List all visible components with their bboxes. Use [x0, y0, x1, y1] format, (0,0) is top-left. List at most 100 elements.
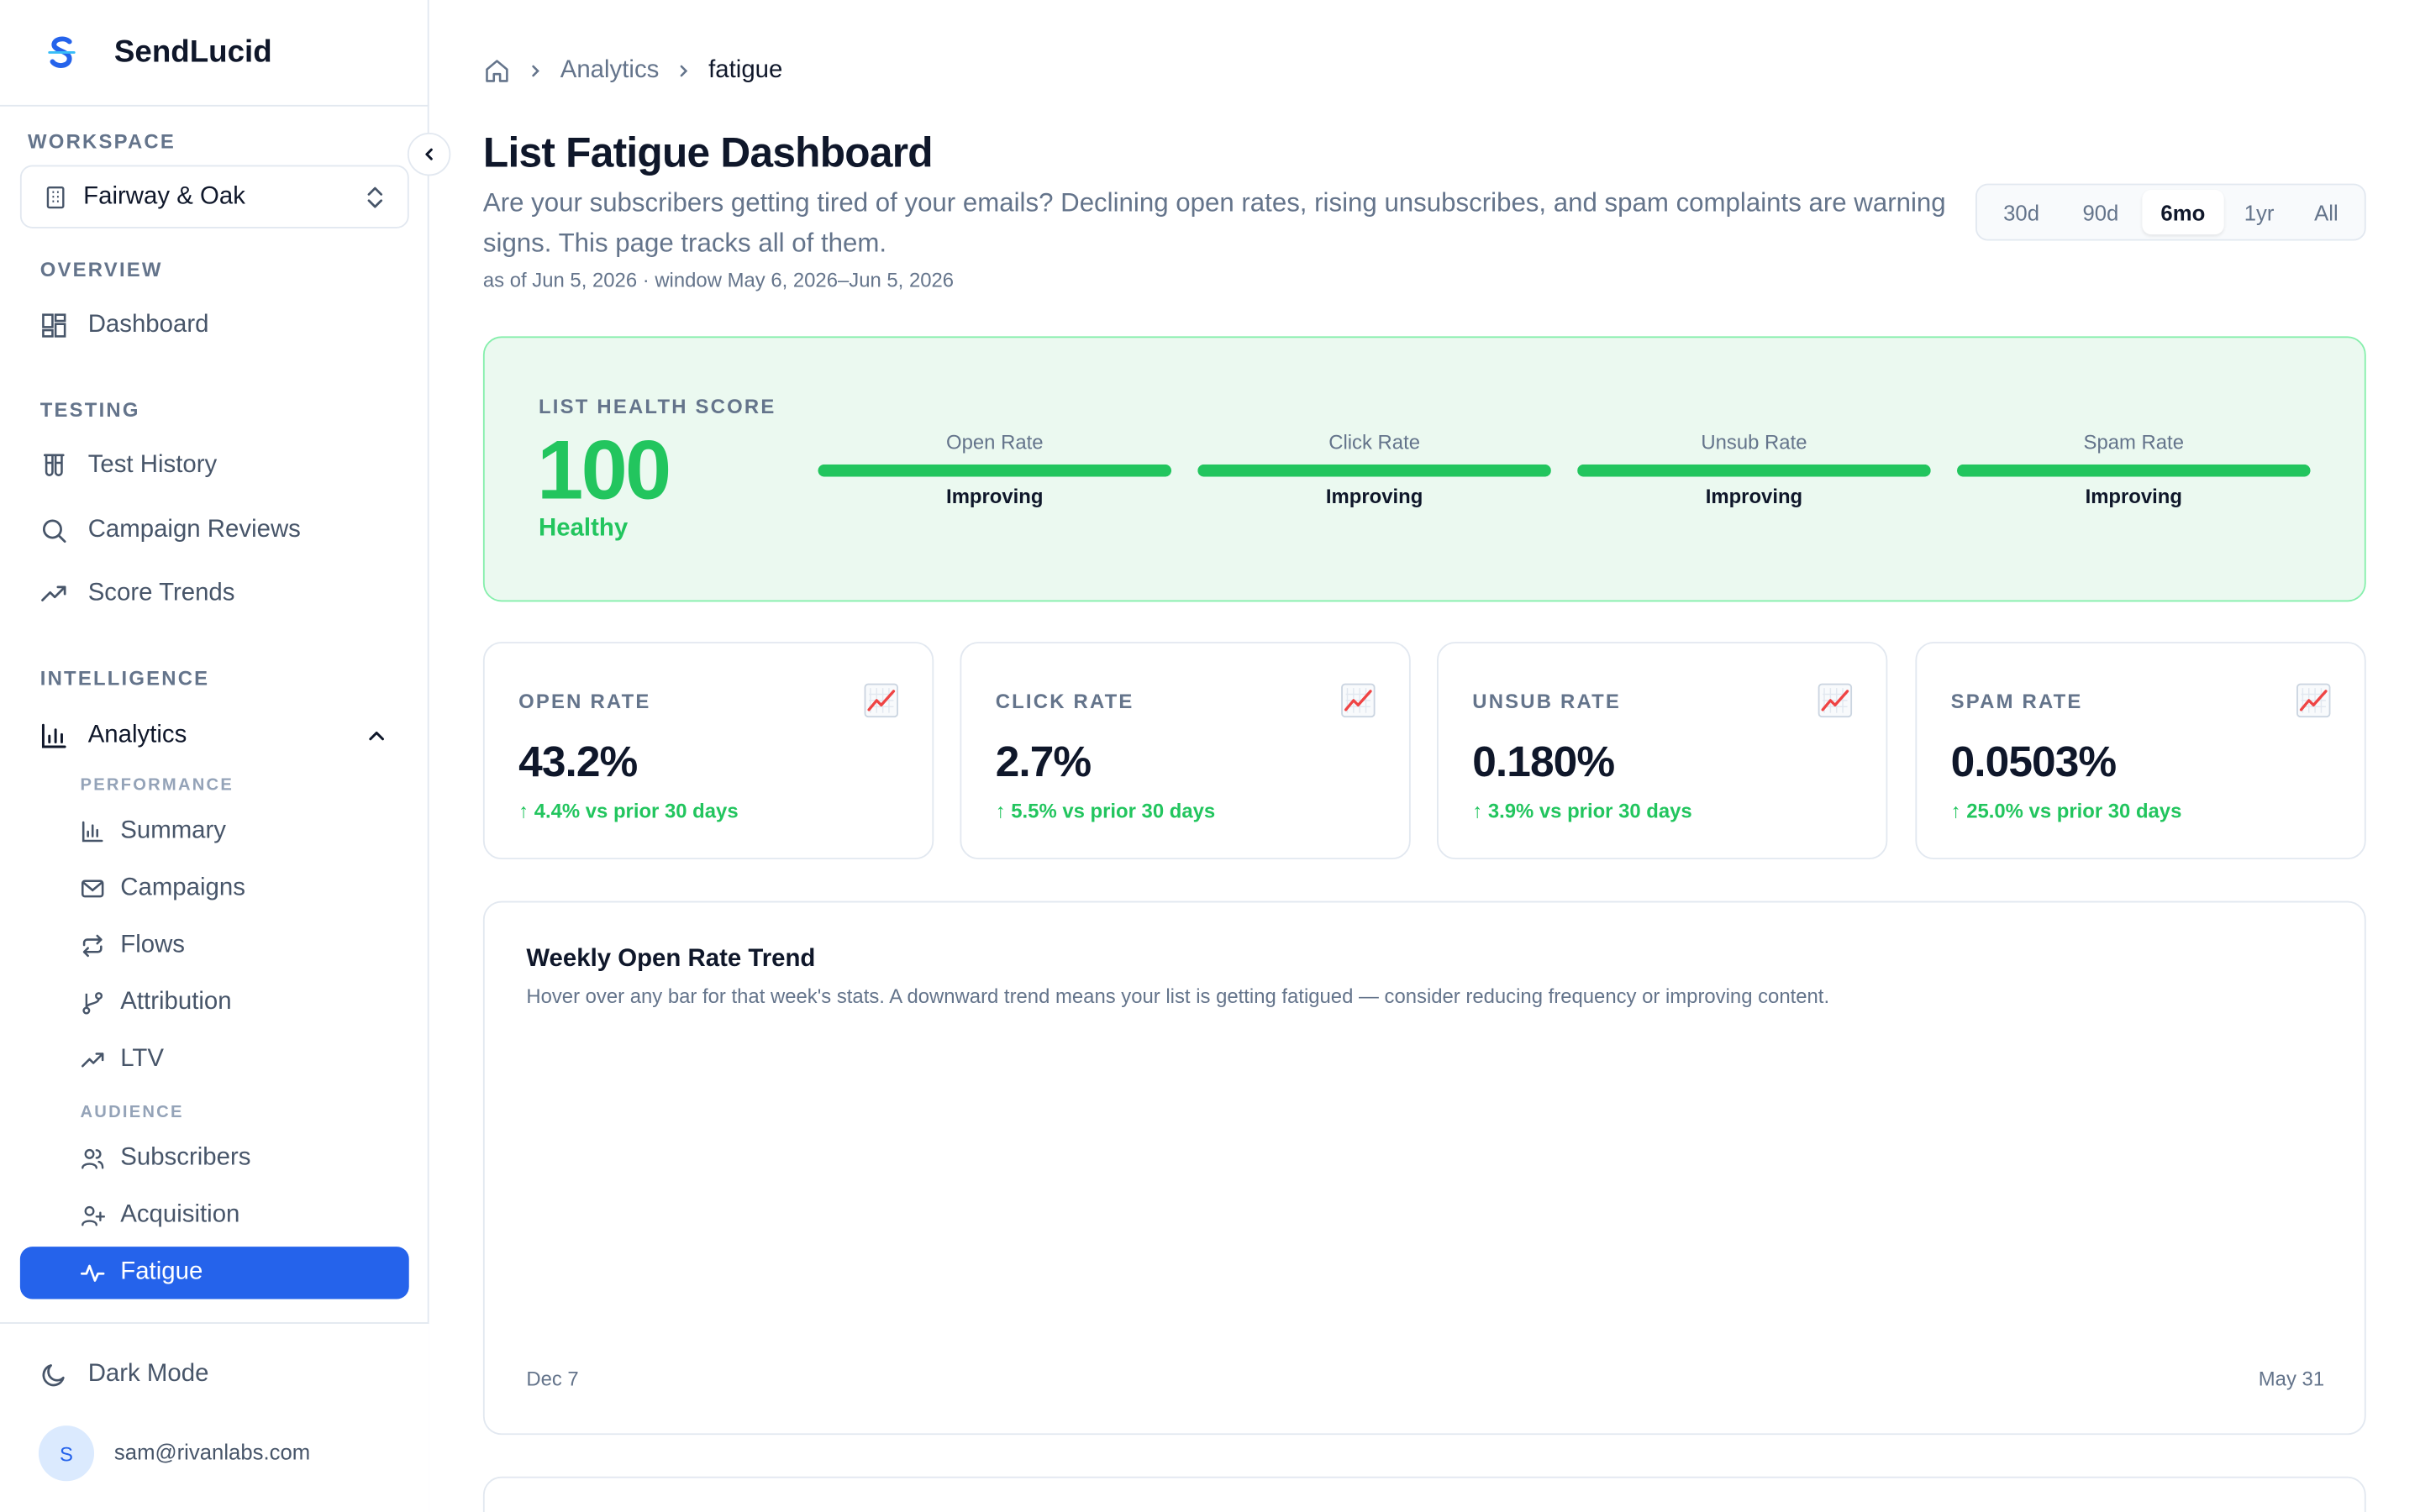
next-card [482, 1476, 2366, 1512]
page-description: Are your subscribers getting tired of yo… [482, 188, 1946, 258]
kpi-unsub-rate: UNSUB RATE 0.180% ↑ 3.9% vs prior 30 day… [1436, 642, 1888, 860]
nav-attribution[interactable]: Attribution [20, 977, 409, 1029]
chevron-right-icon [676, 63, 692, 78]
nav-campaign-reviews-label: Campaign Reviews [87, 517, 301, 543]
unsub-rate-health: Unsub Rate Improving [1577, 430, 1931, 507]
trend-chart-area[interactable] [526, 1032, 2326, 1350]
nav-attribution-label: Attribution [120, 989, 232, 1016]
chevron-up-icon [369, 731, 384, 741]
range-90d[interactable]: 90d [2060, 190, 2142, 234]
testing-label: TESTING [39, 397, 140, 422]
nav-summary-label: Summary [120, 817, 226, 844]
search-icon [40, 517, 68, 544]
users-icon [81, 1147, 105, 1171]
range-1yr[interactable]: 1yr [2224, 190, 2294, 234]
nav-subscribers-label: Subscribers [120, 1144, 251, 1172]
range-30d[interactable]: 30d [1983, 190, 2060, 234]
metric-label: Spam Rate [2083, 430, 2185, 454]
open-rate-health: Open Rate Improving [818, 430, 1172, 508]
chevron-left-icon [425, 148, 433, 160]
nav-fatigue-label: Fatigue [120, 1258, 203, 1285]
workspace-name: Fairway & Oak [83, 182, 245, 209]
breadcrumb-current: fatigue [708, 56, 783, 84]
user-email: sam@rivanlabs.com [113, 1439, 311, 1465]
nav-ltv-label: LTV [120, 1046, 164, 1073]
kpi-value: 2.7% [995, 737, 1092, 785]
avatar[interactable]: S [38, 1425, 95, 1482]
nav-subscribers[interactable]: Subscribers [20, 1132, 409, 1184]
kpi-label: SPAM RATE [1950, 690, 2083, 713]
list-health-card: LIST HEALTH SCORE 100 Healthy Open Rate … [482, 336, 2366, 602]
chart-increasing-icon [864, 683, 898, 718]
main-content: Analytics fatigue List Fatigue Dashboard… [430, 0, 2420, 1512]
weekly-open-rate-trend-card: Weekly Open Rate Trend Hover over any ba… [482, 900, 2366, 1436]
nav-acquisition[interactable]: Acquisition [20, 1189, 409, 1242]
trend-start-label: Dec 7 [526, 1367, 579, 1390]
range-6mo[interactable]: 6mo [2141, 189, 2224, 235]
git-branch-icon [81, 990, 105, 1015]
health-score-value: 100 [537, 424, 671, 517]
nav-campaign-reviews[interactable]: Campaign Reviews [20, 503, 409, 559]
breadcrumb-analytics[interactable]: Analytics [560, 57, 660, 85]
moon-icon [40, 1361, 68, 1389]
metric-track [1577, 464, 1931, 477]
collapse-sidebar-button[interactable] [407, 132, 451, 176]
bar-chart-icon [40, 722, 68, 750]
range-all[interactable]: All [2294, 190, 2358, 234]
page-meta: as of Jun 5, 2026 · window May 6, 2026–J… [482, 268, 955, 292]
nav-score-trends[interactable]: Score Trends [20, 566, 409, 622]
nav-fatigue[interactable]: Fatigue [19, 1247, 409, 1299]
chart-increasing-icon [1818, 683, 1853, 718]
trend-end-label: May 31 [2258, 1367, 2325, 1390]
spam-rate-health: Spam Rate Improving [1956, 430, 2311, 508]
dark-mode-toggle[interactable]: Dark Mode [20, 1347, 409, 1402]
metric-fill [1197, 464, 1551, 477]
metric-label: Unsub Rate [1701, 430, 1807, 454]
brand-name: SendLucid [113, 34, 272, 69]
brand[interactable]: SendLucid [0, 0, 429, 107]
nav-ltv[interactable]: LTV [20, 1034, 409, 1086]
metric-fill [1956, 464, 2311, 477]
dark-mode-label: Dark Mode [87, 1360, 209, 1388]
click-rate-health: Click Rate Improving [1197, 430, 1551, 507]
performance-label: PERFORMANCE [80, 775, 234, 795]
workspace-select[interactable]: Fairway & Oak [19, 165, 409, 228]
metric-fill [818, 464, 1172, 477]
metric-status: Improving [2085, 484, 2182, 508]
sidebar-footer: Dark Mode S sam@rivanlabs.com [0, 1322, 429, 1512]
nav-acquisition-label: Acquisition [120, 1201, 240, 1229]
sidebar: SendLucid WORKSPACE Fairway & Oak OVERVI… [0, 0, 429, 1512]
nav-flows[interactable]: Flows [20, 920, 409, 972]
metric-fill [1577, 464, 1931, 477]
kpi-open-rate: OPEN RATE 43.2% ↑ 4.4% vs prior 30 days [482, 642, 934, 860]
nav-test-history[interactable]: Test History [20, 438, 409, 494]
nav-test-history-label: Test History [87, 452, 218, 479]
intelligence-label: INTELLIGENCE [39, 666, 210, 690]
trend-title: Weekly Open Rate Trend [526, 945, 816, 973]
kpi-label: UNSUB RATE [1472, 690, 1622, 713]
bar-chart-icon [81, 819, 105, 843]
user-plus-icon [81, 1204, 105, 1228]
nav-summary[interactable]: Summary [20, 806, 409, 858]
nav-campaigns[interactable]: Campaigns [20, 863, 409, 915]
chart-increasing-icon [1341, 683, 1376, 718]
sendlucid-logo-icon [48, 36, 76, 68]
activity-icon [80, 1261, 105, 1285]
kpi-delta: ↑ 4.4% vs prior 30 days [518, 799, 739, 822]
kpi-click-rate: CLICK RATE 2.7% ↑ 5.5% vs prior 30 days [960, 642, 1411, 860]
metric-label: Click Rate [1328, 430, 1421, 454]
health-status: Healthy [539, 515, 629, 542]
breadcrumb: Analytics fatigue [483, 54, 782, 87]
metric-status: Improving [946, 484, 1044, 508]
metric-track [1197, 464, 1551, 477]
overview-label: OVERVIEW [39, 257, 163, 281]
home-icon[interactable] [483, 57, 511, 85]
nav-analytics-label: Analytics [87, 722, 187, 748]
nav-dashboard[interactable]: Dashboard [20, 297, 409, 353]
nav-analytics[interactable]: Analytics [20, 708, 409, 764]
metric-label: Open Rate [946, 430, 1044, 454]
audience-label: AUDIENCE [80, 1103, 184, 1122]
time-range-toggle: 30d 90d 6mo 1yr All [1975, 183, 2366, 241]
metric-status: Improving [1325, 484, 1423, 508]
kpi-delta: ↑ 25.0% vs prior 30 days [1950, 799, 2182, 822]
